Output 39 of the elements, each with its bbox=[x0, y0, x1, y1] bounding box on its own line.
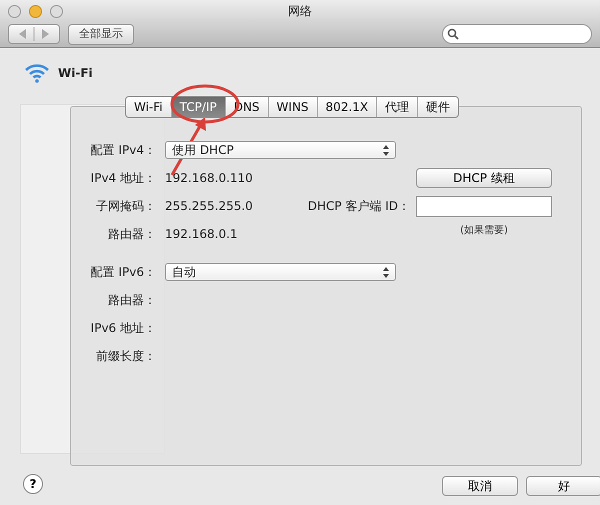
ok-button[interactable]: 好 bbox=[526, 476, 600, 496]
window-control[interactable] bbox=[50, 4, 63, 18]
search-icon bbox=[447, 28, 459, 40]
tab[interactable]: 802.1X bbox=[318, 97, 378, 117]
popup-value: 使用 DHCP bbox=[172, 142, 234, 159]
interface-name: Wi-Fi bbox=[58, 65, 93, 82]
popup-menu[interactable]: 使用 DHCP bbox=[165, 141, 396, 159]
show-all-button[interactable]: 全部显示 bbox=[68, 24, 134, 44]
field-label: 前缀长度： bbox=[95, 348, 156, 365]
stepper-icon bbox=[383, 144, 389, 156]
client-id-field[interactable] bbox=[416, 196, 552, 216]
field-label: 配置 IPv6： bbox=[90, 264, 156, 281]
field-label: IPv4 地址： bbox=[90, 170, 156, 187]
help-button[interactable]: ? bbox=[23, 474, 43, 494]
popup-menu[interactable]: 自动 bbox=[165, 263, 396, 281]
renew-button[interactable]: DHCP 续租 bbox=[416, 168, 552, 188]
window-control[interactable] bbox=[29, 4, 42, 18]
back-forward-control[interactable] bbox=[8, 24, 60, 44]
field-value: 255.255.255.0 bbox=[165, 198, 253, 215]
window-control[interactable] bbox=[8, 4, 21, 18]
field-label: DHCP 客户端 ID： bbox=[308, 198, 410, 215]
hint-text: (如果需要) bbox=[460, 225, 508, 236]
search-field[interactable] bbox=[442, 24, 592, 44]
field-label: 配置 IPv4： bbox=[90, 142, 156, 159]
cancel-button[interactable]: 取消 bbox=[442, 476, 518, 496]
field-value: 192.168.0.110 bbox=[165, 170, 253, 187]
field-label: IPv6 地址： bbox=[90, 320, 156, 337]
field-value: 192.168.0.1 bbox=[165, 226, 238, 243]
tab[interactable]: TCP/IP bbox=[172, 97, 226, 117]
field-label: 路由器： bbox=[107, 226, 156, 243]
tab[interactable]: 硬件 bbox=[418, 97, 458, 117]
stepper-icon bbox=[383, 266, 389, 278]
wifi-icon bbox=[24, 62, 50, 84]
field-label: 路由器： bbox=[107, 292, 156, 309]
tab[interactable]: 代理 bbox=[377, 97, 418, 117]
field-label: 子网掩码： bbox=[95, 198, 156, 215]
popup-value: 自动 bbox=[172, 264, 196, 281]
window-title: 网络 bbox=[288, 3, 312, 20]
tab[interactable]: WINS bbox=[268, 97, 318, 117]
